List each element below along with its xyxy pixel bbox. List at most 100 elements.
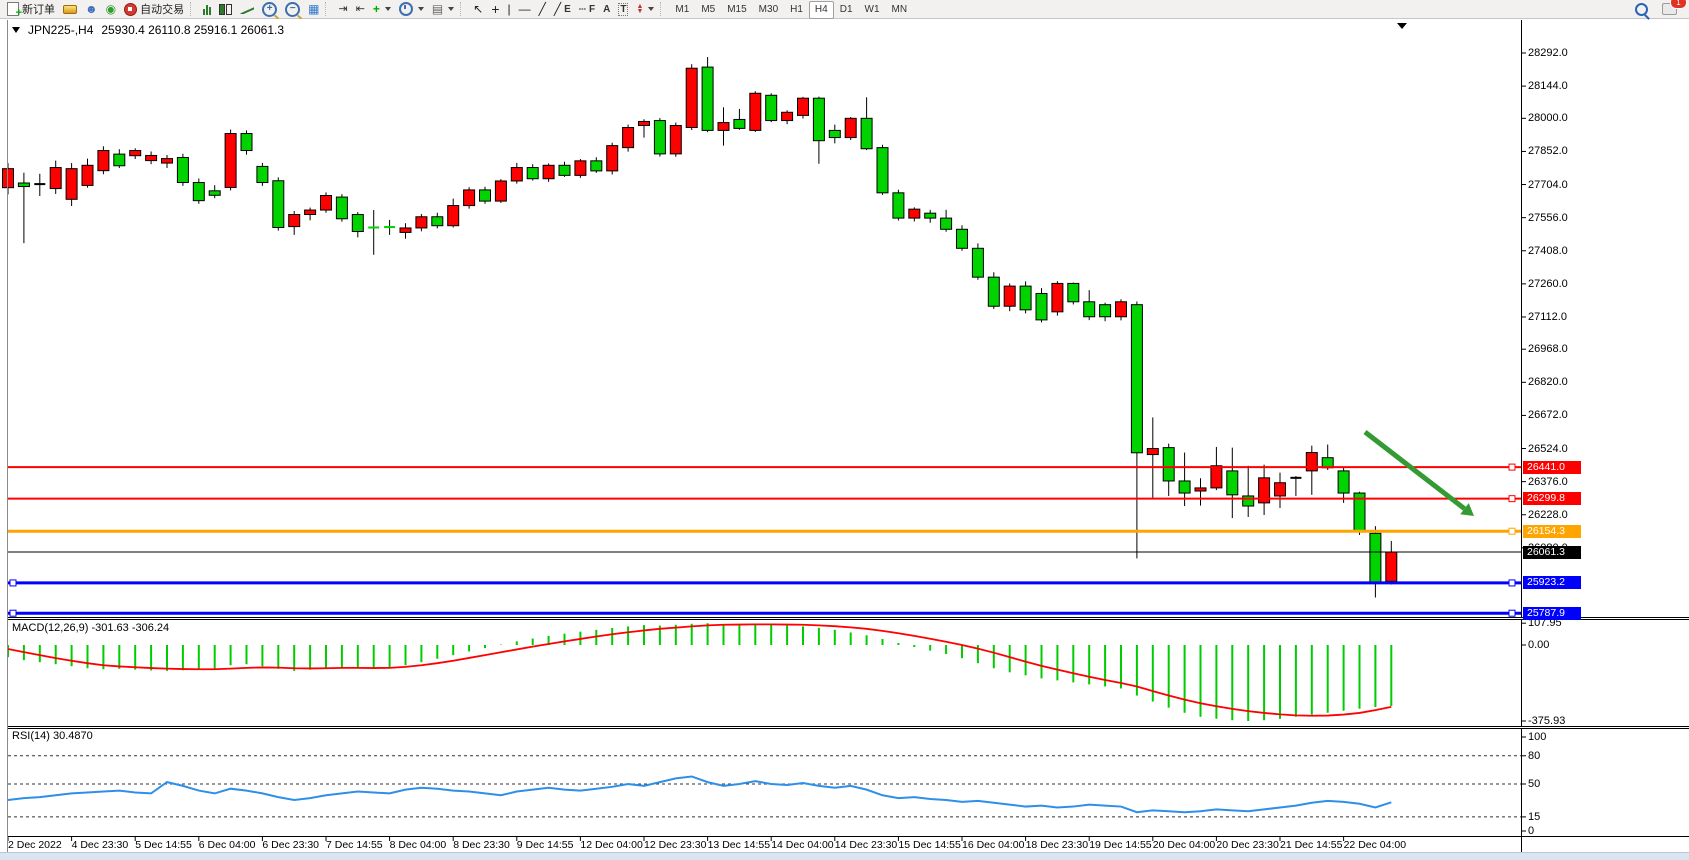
candle-up [1211, 466, 1222, 488]
price-tick-label: 26968.0 [1528, 343, 1568, 355]
candle-down [1227, 471, 1238, 495]
candle-down [654, 121, 665, 154]
time-axis-label: 15 Dec 14:55 [898, 839, 960, 851]
line-handle[interactable] [10, 580, 16, 586]
candle-down [18, 183, 29, 187]
candle-down [734, 119, 745, 128]
time-axis-label: 7 Dec 14:55 [326, 839, 383, 851]
trend-arrow-object[interactable] [1365, 432, 1464, 509]
candle-up [782, 112, 793, 120]
chart-canvas [0, 0, 1689, 859]
candle-down [813, 98, 824, 141]
candle-up [1004, 286, 1015, 306]
candle-up [543, 165, 554, 178]
candle-down [829, 130, 840, 137]
candle-up [305, 210, 316, 214]
line-price-tag: 26441.0 [1523, 461, 1581, 474]
candle-down [432, 217, 443, 226]
macd-panel-splitter[interactable] [8, 617, 1689, 620]
time-axis-label: 8 Dec 23:30 [453, 839, 510, 851]
candle-down [1100, 305, 1111, 317]
candle-up [909, 209, 920, 218]
candle-down [988, 277, 999, 306]
candle-up [464, 190, 475, 206]
line-handle[interactable] [1509, 528, 1515, 534]
time-axis-label: 21 Dec 14:55 [1280, 839, 1342, 851]
candle-up [400, 228, 411, 232]
ohlc-values: 25930.4 26110.8 25916.1 26061.3 [101, 23, 284, 37]
price-tick-label: 28000.0 [1528, 112, 1568, 124]
candle-up [1275, 483, 1286, 496]
candle-down [861, 118, 872, 148]
time-axis-label: 6 Dec 23:30 [262, 839, 319, 851]
price-tick-label: 26672.0 [1528, 409, 1568, 421]
time-axis-label: 2 Dec 2022 [8, 839, 62, 851]
chart-shift-marker-icon[interactable] [1397, 23, 1407, 29]
line-handle[interactable] [10, 610, 16, 616]
candle-down [257, 166, 268, 182]
candle-up [511, 168, 522, 181]
price-tick-label: 26820.0 [1528, 376, 1568, 388]
candle-down [1036, 293, 1047, 319]
candle-up [448, 206, 459, 226]
candle-up [639, 121, 650, 125]
candle-down [1370, 533, 1381, 582]
candle-down [241, 134, 252, 151]
candle-down [1020, 286, 1031, 310]
candle-up [1195, 488, 1206, 491]
rsi-indicator-label: RSI(14) 30.4870 [12, 730, 93, 742]
rsi-panel-splitter[interactable] [8, 726, 1689, 729]
price-tick-label: 27704.0 [1528, 179, 1568, 191]
candle-down [527, 168, 538, 179]
price-tick-label: 28292.0 [1528, 47, 1568, 59]
line-handle[interactable] [1509, 580, 1515, 586]
candle-down [1068, 283, 1079, 301]
candle-up [718, 123, 729, 131]
candle-up [686, 68, 697, 127]
chart-title: JPN225-,H4 25930.4 26110.8 25916.1 26061… [12, 23, 284, 37]
candle-down [559, 165, 570, 175]
time-axis-label: 20 Dec 04:00 [1153, 839, 1215, 851]
price-tick-label: 27556.0 [1528, 212, 1568, 224]
candle-up [495, 181, 506, 201]
candle-down [766, 95, 777, 120]
candle-down [209, 191, 220, 195]
candle-down [273, 181, 284, 228]
candle-down [893, 193, 904, 218]
time-axis-label: 5 Dec 14:55 [135, 839, 192, 851]
candle-up [3, 169, 14, 188]
line-price-tag: 26154.3 [1523, 525, 1581, 538]
candle-up [623, 127, 634, 147]
candle-up [416, 217, 427, 228]
candle-down [1179, 481, 1190, 493]
candle-up [321, 196, 332, 211]
time-axis-label: 14 Dec 23:30 [835, 839, 897, 851]
candle-down [1163, 448, 1174, 481]
line-price-tag: 25787.9 [1523, 607, 1581, 620]
candle-down [591, 161, 602, 171]
time-axis-border [8, 836, 1689, 837]
candle-up [845, 118, 856, 137]
line-handle[interactable] [1509, 464, 1515, 470]
chart-menu-icon[interactable] [12, 27, 20, 33]
rsi-scale-label: 80 [1528, 750, 1540, 762]
candle-up [130, 151, 141, 156]
candle-down [1084, 302, 1095, 317]
rsi-line [8, 776, 1391, 812]
candle-down [702, 67, 713, 130]
candle-up [162, 159, 173, 163]
candle-up [289, 215, 300, 227]
candle-up [50, 168, 61, 189]
time-axis-label: 12 Dec 04:00 [580, 839, 642, 851]
candle-down [972, 248, 983, 277]
price-tick-label: 27112.0 [1528, 311, 1567, 323]
price-tick-label: 27408.0 [1528, 245, 1568, 257]
price-tick-label: 26376.0 [1528, 476, 1568, 488]
candle-up [1116, 302, 1127, 317]
candle-down [352, 215, 363, 232]
candle-down [193, 183, 204, 201]
line-handle[interactable] [1509, 610, 1515, 616]
candle-down [1338, 471, 1349, 493]
line-handle[interactable] [1509, 496, 1515, 502]
candle-down [877, 148, 888, 193]
